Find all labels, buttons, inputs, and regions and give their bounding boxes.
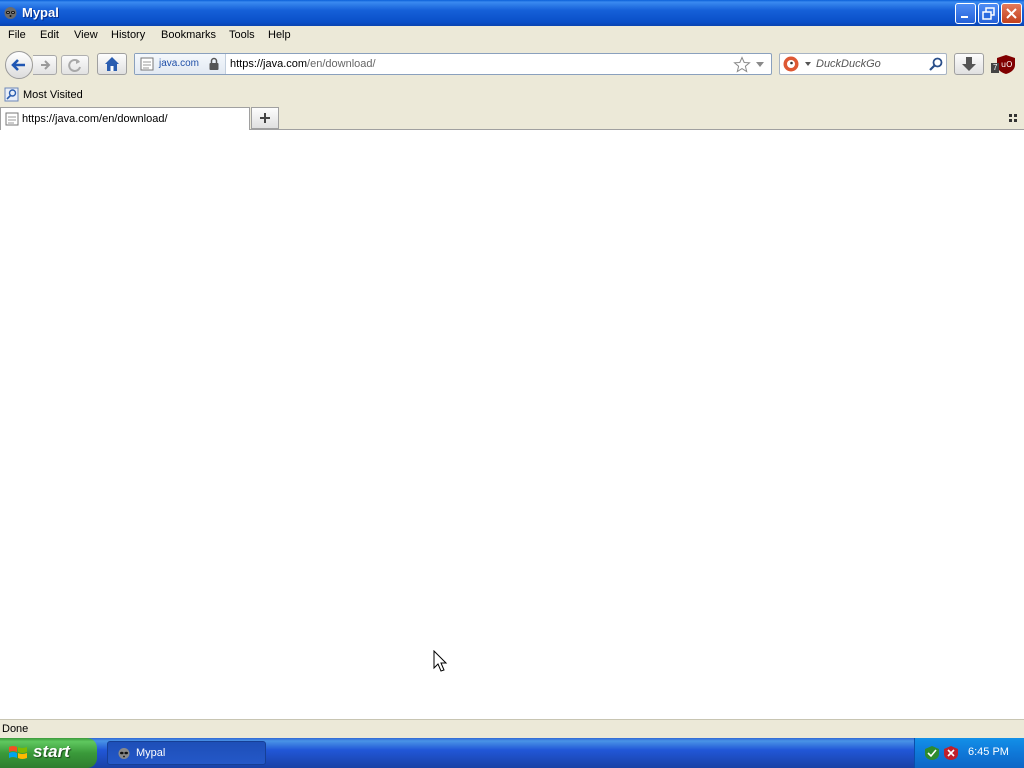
star-icon[interactable] [733,56,751,74]
back-arrow-icon [11,59,25,71]
window-title: Mypal [22,5,59,20]
close-button[interactable] [1001,3,1022,24]
magnifier-icon[interactable] [928,56,944,72]
restore-button[interactable] [978,3,999,24]
downloads-button[interactable] [954,53,984,75]
clock: 6:45 PM [968,746,1009,758]
bookmarks-toolbar: Most Visited [0,84,1024,106]
search-engine-button[interactable] [782,55,812,73]
page-icon [140,57,154,71]
start-label: start [33,742,70,761]
windows-logo-icon [9,746,27,759]
tab-list-icon[interactable] [1008,113,1018,123]
tab-active[interactable]: https://java.com/en/download/ [0,107,250,130]
menu-tools[interactable]: Tools [229,29,255,41]
menu-bar: File Edit View History Bookmarks Tools H… [0,26,1024,46]
forward-button[interactable] [33,55,57,75]
home-icon [105,57,119,71]
mypal-app-icon [4,7,17,19]
reload-icon [68,59,81,72]
minimize-icon [961,16,968,18]
svg-text:uO: uO [1001,60,1012,69]
taskbar: start Mypal 6:45 PM [0,738,1024,768]
taskbar-item-mypal[interactable]: Mypal [107,741,266,765]
security-shield-icon[interactable] [943,745,959,761]
mouse-cursor-icon [433,650,448,672]
forward-arrow-icon [41,60,51,70]
ublock-badge: 7 [991,63,1000,73]
url-path: /en/download/ [307,58,376,70]
system-tray: 6:45 PM [914,738,1024,768]
taskbar-item-label: Mypal [136,747,166,759]
url-host: https://java.com [230,58,308,70]
tab-title: https://java.com/en/download/ [22,113,168,125]
menu-history[interactable]: History [111,29,145,41]
most-visited-bookmark[interactable]: Most Visited [4,87,83,103]
duckduckgo-icon [783,56,811,72]
new-tab-button[interactable] [251,107,279,129]
folder-search-icon [4,87,19,102]
menu-view[interactable]: View [74,29,98,41]
plus-icon [260,113,270,123]
navigation-toolbar: java.com https://java.com/en/download/ D… [0,46,1024,84]
page-content[interactable] [0,130,1024,719]
most-visited-label: Most Visited [23,89,83,101]
reload-button[interactable] [61,55,89,75]
lock-icon [209,57,219,70]
url-text[interactable]: https://java.com/en/download/ [230,58,376,70]
menu-help[interactable]: Help [268,29,291,41]
close-icon [1006,8,1017,19]
restore-icon [982,7,995,20]
history-dropdown-icon[interactable] [755,61,765,69]
search-input[interactable]: DuckDuckGo [816,58,881,70]
home-button[interactable] [97,53,127,75]
page-icon [5,112,19,126]
tab-bar: https://java.com/en/download/ [0,106,1024,130]
ublock-button[interactable]: uO 7 [988,53,1018,75]
menu-edit[interactable]: Edit [40,29,59,41]
download-arrow-icon [962,57,976,71]
title-bar[interactable]: Mypal [0,0,1024,26]
site-identity-label: java.com [159,58,200,69]
start-button[interactable]: start [0,738,97,768]
minimize-button[interactable] [955,3,976,24]
search-bar[interactable]: DuckDuckGo [779,53,947,75]
url-bar[interactable]: java.com https://java.com/en/download/ [134,53,772,75]
raccoon-icon [118,748,130,759]
network-shield-icon[interactable] [924,745,940,761]
menu-file[interactable]: File [8,29,26,41]
site-identity-button[interactable]: java.com [135,54,226,74]
status-bar: Done [0,719,1024,738]
menu-bookmarks[interactable]: Bookmarks [161,29,216,41]
status-text: Done [2,723,29,735]
back-button[interactable] [5,51,33,79]
